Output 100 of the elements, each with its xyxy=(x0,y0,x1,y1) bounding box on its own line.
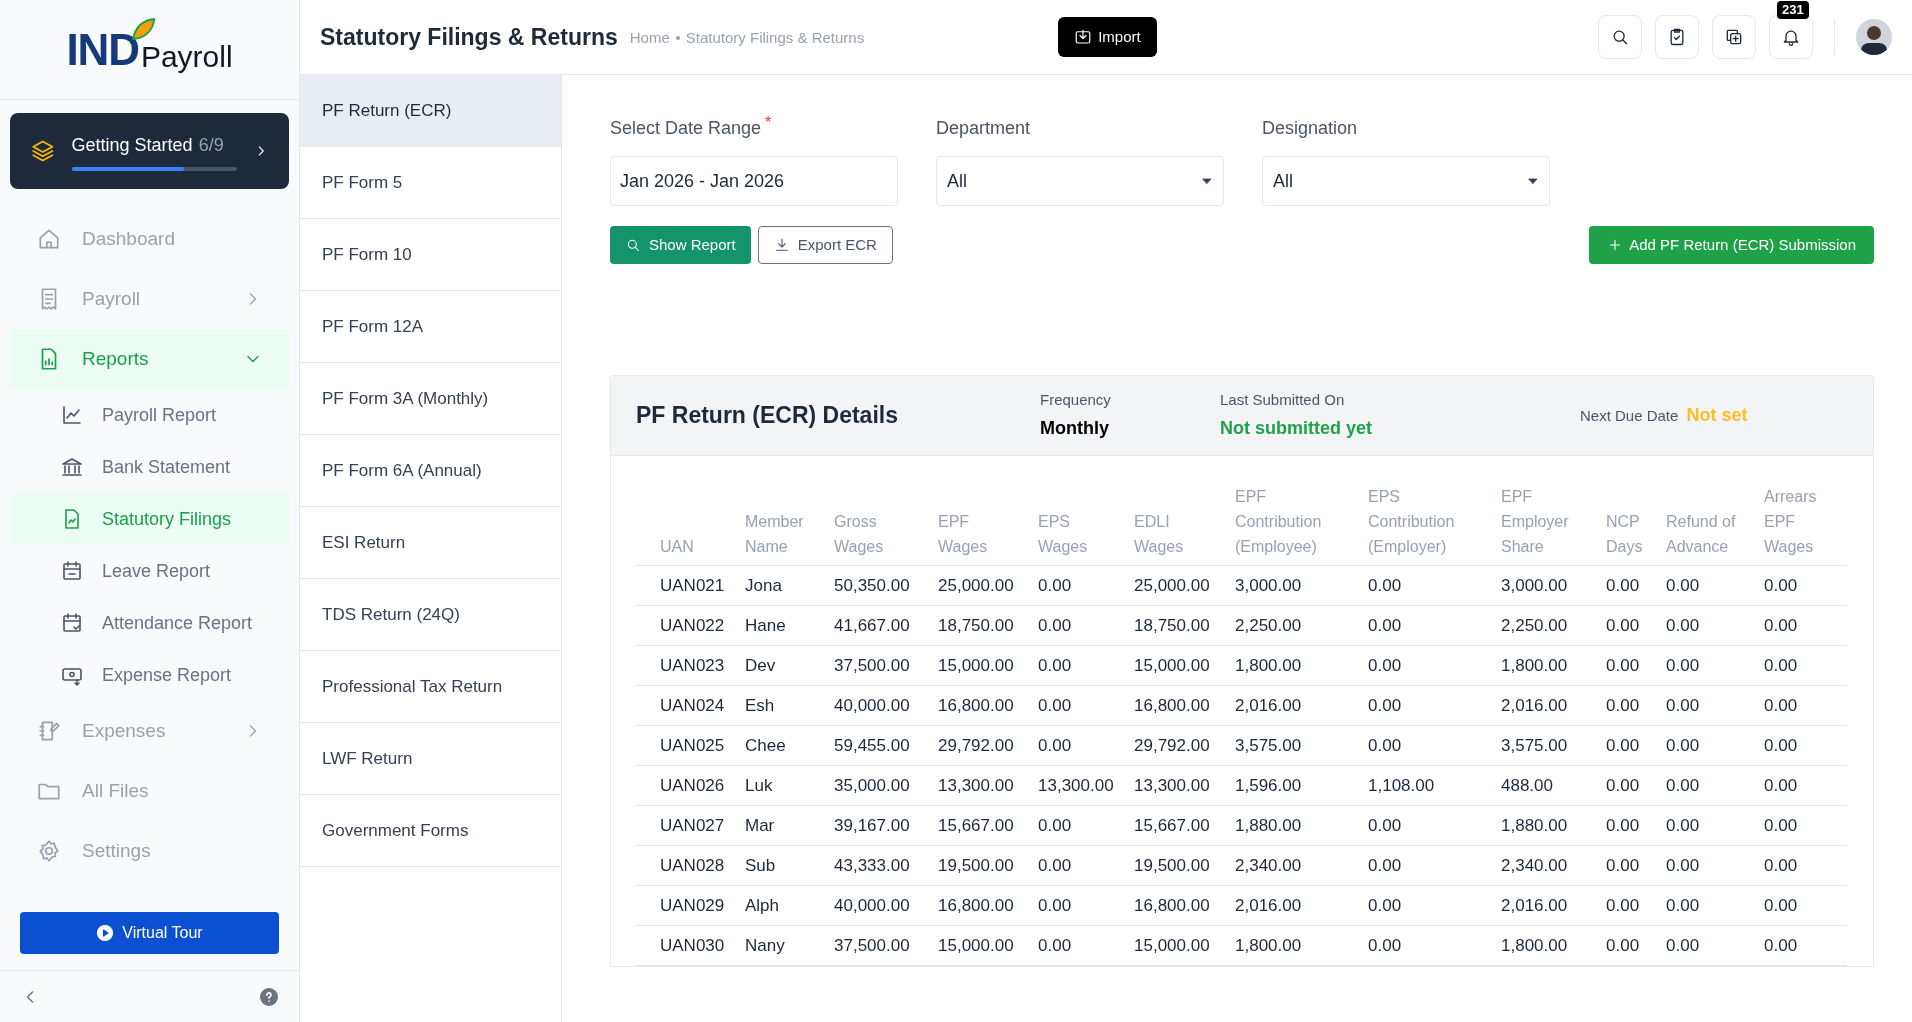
table-cell: 488.00 xyxy=(1501,765,1606,806)
table-cell: 0.00 xyxy=(1038,805,1134,846)
logo-text: Payroll xyxy=(140,41,233,72)
play-icon xyxy=(96,924,115,942)
table-cell: 19,500.00 xyxy=(1134,845,1235,886)
table-cell: 0.00 xyxy=(1764,925,1847,966)
toolbar-button[interactable] xyxy=(1655,15,1699,59)
table-cell: 0.00 xyxy=(1606,885,1666,926)
table-cell: 15,667.00 xyxy=(938,805,1038,846)
nav-subitem[interactable]: Payroll Report xyxy=(10,389,289,441)
filing-type-item[interactable]: Government Forms xyxy=(300,795,561,867)
bank-icon xyxy=(60,455,84,479)
table-cell: 0.00 xyxy=(1038,925,1134,966)
table-cell: 0.00 xyxy=(1606,605,1666,646)
table-cell: 39,167.00 xyxy=(834,805,938,846)
table-cell: 0.00 xyxy=(1764,685,1847,726)
filing-type-item[interactable]: PF Form 10 xyxy=(300,219,561,291)
table-cell: Sub xyxy=(745,845,834,886)
details-title: PF Return (ECR) Details xyxy=(636,401,899,431)
table-cell: 41,667.00 xyxy=(834,605,938,646)
table-cell: 2,250.00 xyxy=(1235,605,1368,646)
table-cell: 13,300.00 xyxy=(938,765,1038,806)
filing-type-item[interactable]: LWF Return xyxy=(300,723,561,795)
virtual-tour-button[interactable]: Virtual Tour xyxy=(20,912,279,954)
nav-subitem[interactable]: Leave Report xyxy=(10,545,289,597)
filing-type-item[interactable]: PF Form 6A (Annual) xyxy=(300,435,561,507)
getting-started-card[interactable]: Getting Started 6/9 xyxy=(10,113,289,189)
table-cell: 0.00 xyxy=(1764,765,1847,806)
column-header: EDLI Wages xyxy=(1134,484,1235,566)
table-cell: Chee xyxy=(745,725,834,766)
column-header: Arrears EPF Wages xyxy=(1764,484,1847,566)
table-cell: 13,300.00 xyxy=(1134,765,1235,806)
table-cell: 50,350.00 xyxy=(834,565,938,606)
table-cell: 3,575.00 xyxy=(1501,725,1606,766)
table-cell: 0.00 xyxy=(1368,885,1501,926)
copy-plus-icon xyxy=(1724,27,1744,47)
toolbar-button[interactable] xyxy=(1712,15,1756,59)
table-cell: 0.00 xyxy=(1606,685,1666,726)
getting-started-label: Getting Started xyxy=(71,133,193,157)
table-cell: UAN025 xyxy=(636,725,745,766)
column-header: EPF Contribution (Employee) xyxy=(1235,484,1368,566)
calendar-check-icon xyxy=(60,611,84,635)
filing-type-item[interactable]: ESI Return xyxy=(300,507,561,579)
table-cell: 0.00 xyxy=(1666,565,1764,606)
dropdown[interactable]: All xyxy=(1262,156,1550,206)
filing-type-item[interactable]: PF Form 5 xyxy=(300,147,561,219)
date-range-field[interactable]: Jan 2026 - Jan 2026 xyxy=(610,156,898,206)
table-cell: 0.00 xyxy=(1666,765,1764,806)
filing-type-item[interactable]: PF Return (ECR) xyxy=(300,75,561,147)
table-cell: Alph xyxy=(745,885,834,926)
table-cell: UAN024 xyxy=(636,685,745,726)
caret-down-icon xyxy=(1201,175,1213,187)
progress-count: 6/9 xyxy=(198,133,224,157)
download-icon xyxy=(773,237,790,253)
table-cell: 43,333.00 xyxy=(834,845,938,886)
table-cell: UAN021 xyxy=(636,565,745,606)
import-button[interactable]: Import xyxy=(1058,17,1157,57)
filing-type-item[interactable]: TDS Return (24Q) xyxy=(300,579,561,651)
nav-subitem[interactable]: Attendance Report xyxy=(10,597,289,649)
filing-type-item[interactable]: PF Form 3A (Monthly) xyxy=(300,363,561,435)
table-cell: 0.00 xyxy=(1606,725,1666,766)
notification-badge: 231 xyxy=(1777,1,1809,19)
table-cell: 19,500.00 xyxy=(938,845,1038,886)
column-header: EPF Wages xyxy=(938,484,1038,566)
frequency-label: Frequency xyxy=(1040,389,1112,410)
last-submitted-value: Not submitted yet xyxy=(1220,417,1373,441)
table-cell: 37,500.00 xyxy=(834,925,938,966)
avatar[interactable] xyxy=(1856,19,1892,55)
show-report-button[interactable]: Show Report xyxy=(610,226,751,264)
dropdown[interactable]: All xyxy=(936,156,1224,206)
table-cell: 0.00 xyxy=(1764,645,1847,686)
column-header: EPS Contribution (Employer) xyxy=(1368,484,1501,566)
filing-type-item[interactable]: PF Form 12A xyxy=(300,291,561,363)
export-button[interactable]: Export ECR xyxy=(757,226,893,264)
table-cell: 3,575.00 xyxy=(1235,725,1368,766)
table-cell: 0.00 xyxy=(1764,605,1847,646)
table-cell: 0.00 xyxy=(1038,685,1134,726)
table-cell: 40,000.00 xyxy=(834,685,938,726)
column-header: Refund of Advance xyxy=(1666,484,1764,566)
table-cell: UAN028 xyxy=(636,845,745,886)
table-cell: UAN027 xyxy=(636,805,745,846)
field-label: Designation xyxy=(1262,117,1358,140)
column-header: Gross Wages xyxy=(834,484,938,566)
table-cell: 1,596.00 xyxy=(1235,765,1368,806)
nav-subitem[interactable]: Expense Report xyxy=(10,649,289,701)
table-cell: 2,340.00 xyxy=(1501,845,1606,886)
nav-subitem[interactable]: Bank Statement xyxy=(10,441,289,493)
table-cell: 0.00 xyxy=(1038,645,1134,686)
table-cell: 16,800.00 xyxy=(1134,685,1235,726)
table-cell: 2,016.00 xyxy=(1235,885,1368,926)
table-cell: 16,800.00 xyxy=(938,885,1038,926)
table-cell: 2,340.00 xyxy=(1235,845,1368,886)
filing-type-item[interactable]: Professional Tax Return xyxy=(300,651,561,723)
column-header: NCP Days xyxy=(1606,484,1666,566)
table-cell: 29,792.00 xyxy=(1134,725,1235,766)
table-cell: 1,800.00 xyxy=(1235,645,1368,686)
next-due-label: Next Due Date xyxy=(1580,406,1679,426)
table-cell: 29,792.00 xyxy=(938,725,1038,766)
table-cell: 1,800.00 xyxy=(1501,645,1606,686)
table-cell: 0.00 xyxy=(1038,565,1134,606)
